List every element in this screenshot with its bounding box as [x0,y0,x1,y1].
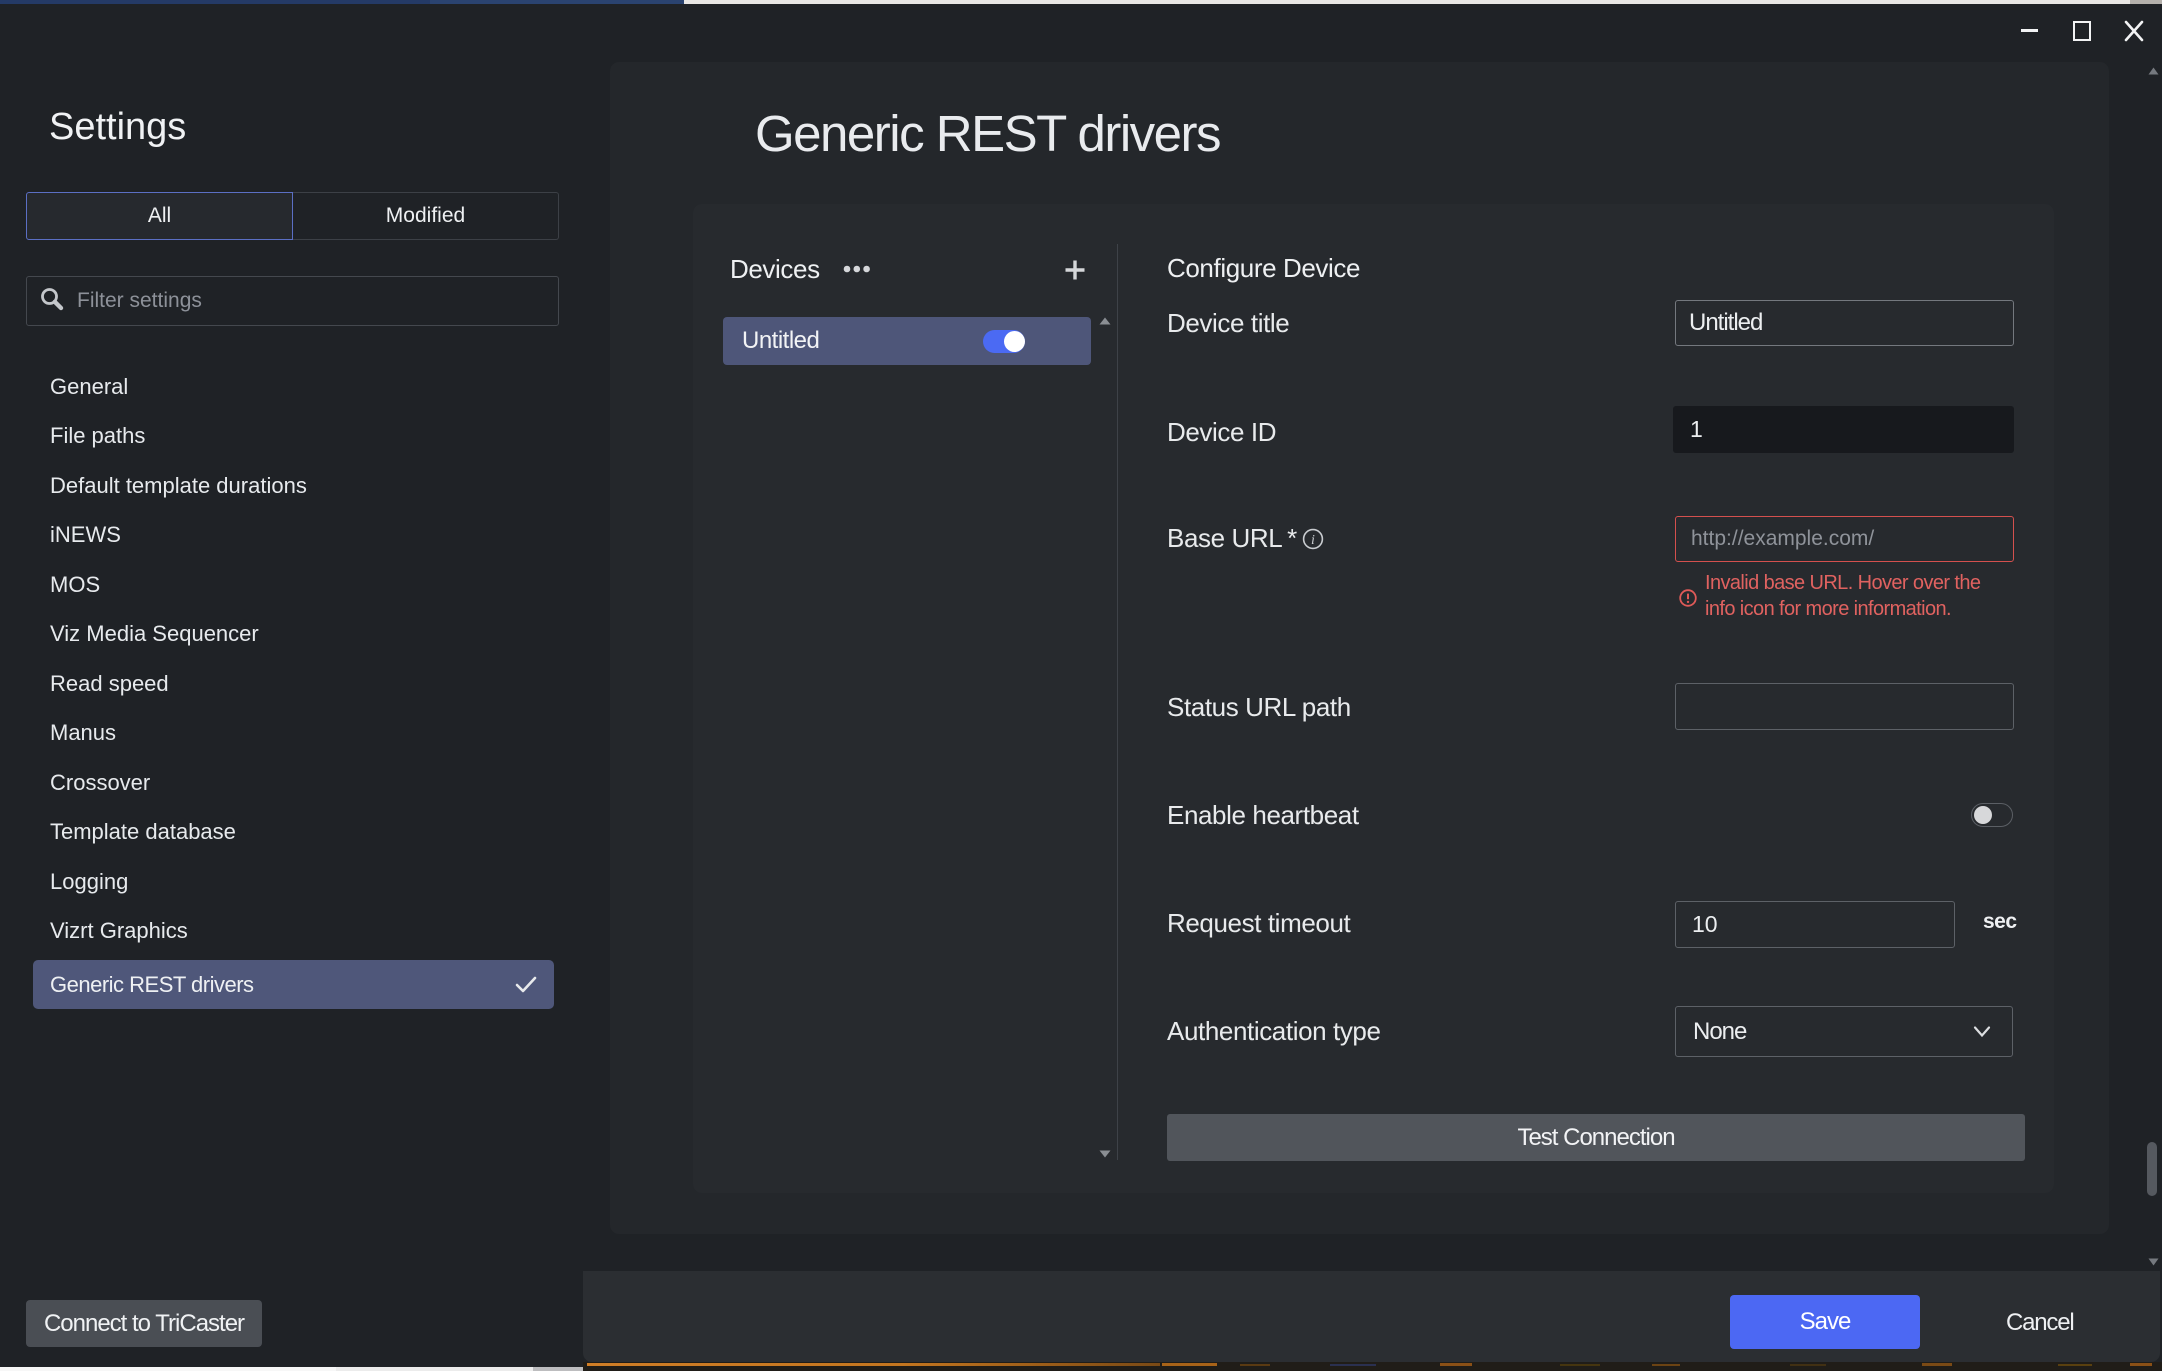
svg-text:i: i [1311,533,1315,548]
